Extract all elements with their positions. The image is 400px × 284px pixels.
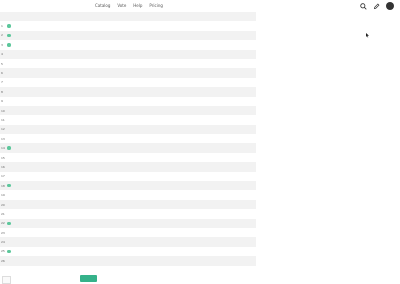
table-row[interactable]: 12	[0, 124, 256, 135]
status-dot-icon	[7, 128, 11, 132]
row-index: 2	[1, 33, 3, 38]
search-icon[interactable]	[360, 2, 367, 10]
status-dot-icon	[7, 165, 11, 169]
table-row[interactable]	[0, 12, 256, 22]
status-dot-icon	[7, 15, 11, 19]
previous-button[interactable]	[2, 276, 11, 284]
row-index: 7	[1, 80, 3, 85]
status-dot-icon	[7, 240, 11, 244]
row-index: 15	[1, 155, 5, 160]
row-index: 18	[1, 183, 5, 188]
table-row[interactable]: 2	[0, 30, 256, 41]
nav-item-pricing[interactable]: Pricing	[149, 3, 162, 8]
item-table: 1 2 3 4 5 6 7 8 9 10 11 12 13 14 15 16 17 18 19 20 21 22 23 24 2…	[0, 12, 256, 266]
status-dot-icon	[7, 156, 11, 160]
status-dot-icon	[7, 231, 11, 235]
status-dot-icon	[7, 203, 11, 207]
status-dot-icon	[7, 146, 11, 150]
table-row[interactable]: 4	[0, 49, 256, 59]
status-dot-icon	[7, 212, 11, 216]
status-dot-icon	[7, 249, 11, 254]
row-index: 6	[1, 71, 3, 76]
row-index: 23	[1, 230, 5, 235]
table-row[interactable]: 9	[0, 97, 256, 106]
nav-item-vote[interactable]: Vote	[117, 3, 126, 8]
table-row[interactable]: 25	[0, 247, 256, 256]
top-nav: Catalog Vote Help Pricing	[95, 3, 163, 8]
row-index: 10	[1, 108, 5, 113]
table-row[interactable]: 20	[0, 199, 256, 210]
status-dot-icon	[7, 81, 11, 85]
table-row[interactable]: 1	[0, 21, 256, 30]
table-row[interactable]: 16	[0, 162, 256, 172]
status-dot-icon	[7, 175, 11, 179]
status-dot-icon	[7, 259, 11, 263]
table-row[interactable]: 21	[0, 209, 256, 218]
table-row[interactable]: 3	[0, 40, 256, 49]
status-dot-icon	[7, 193, 11, 197]
row-index: 5	[1, 61, 3, 66]
row-index: 19	[1, 193, 5, 198]
row-index: 20	[1, 202, 5, 207]
top-bar: Catalog Vote Help Pricing	[0, 0, 400, 12]
table-row[interactable]: 22	[0, 218, 256, 228]
table-row[interactable]: 10	[0, 105, 256, 116]
status-dot-icon	[7, 71, 11, 75]
status-dot-icon	[7, 90, 11, 94]
nav-item-catalog[interactable]: Catalog	[95, 3, 110, 8]
table-row[interactable]: 6	[0, 68, 256, 78]
table-row[interactable]: 19	[0, 190, 256, 199]
row-index: 12	[1, 127, 5, 132]
row-index: 21	[1, 211, 5, 216]
table-row[interactable]: 23	[0, 228, 256, 237]
row-index: 14	[1, 146, 5, 151]
table-row[interactable]: 5	[0, 59, 256, 68]
table-row[interactable]: 24	[0, 237, 256, 247]
status-dot-icon	[7, 24, 11, 28]
nav-item-help[interactable]: Help	[133, 3, 142, 8]
mouse-pointer-icon	[366, 23, 369, 38]
table-row[interactable]: 11	[0, 115, 256, 124]
row-index: 16	[1, 164, 5, 169]
status-dot-icon	[7, 109, 11, 113]
row-index: 9	[1, 99, 3, 104]
row-index: 11	[1, 117, 5, 122]
row-index: 1	[1, 24, 3, 29]
row-index: 22	[1, 221, 5, 226]
avatar[interactable]	[386, 2, 394, 10]
table-row[interactable]: 17	[0, 172, 256, 181]
row-index: 25	[1, 249, 5, 254]
row-index: 13	[1, 136, 5, 141]
table-row[interactable]: 13	[0, 134, 256, 143]
table-row[interactable]: 15	[0, 153, 256, 162]
table-row[interactable]: 8	[0, 87, 256, 97]
status-dot-icon	[7, 221, 11, 226]
row-index: 4	[1, 52, 3, 57]
status-dot-icon	[7, 62, 11, 66]
next-button[interactable]	[80, 275, 97, 282]
row-index: 24	[1, 240, 5, 245]
status-dot-icon	[7, 137, 11, 141]
row-index: 17	[1, 174, 5, 179]
row-index: 26	[1, 258, 5, 263]
row-index: 8	[1, 89, 3, 94]
row-index: 3	[1, 42, 3, 47]
top-right-actions	[360, 2, 394, 10]
status-dot-icon	[7, 118, 11, 122]
status-dot-icon	[7, 183, 11, 188]
table-row[interactable]: 14	[0, 143, 256, 153]
status-dot-icon	[7, 99, 11, 103]
table-row[interactable]: 18	[0, 181, 256, 191]
table-row[interactable]: 7	[0, 78, 256, 87]
edit-icon[interactable]	[373, 3, 380, 10]
status-dot-icon	[7, 43, 11, 47]
status-dot-icon	[7, 33, 11, 38]
status-dot-icon	[7, 53, 11, 57]
table-row[interactable]: 26	[0, 256, 256, 266]
